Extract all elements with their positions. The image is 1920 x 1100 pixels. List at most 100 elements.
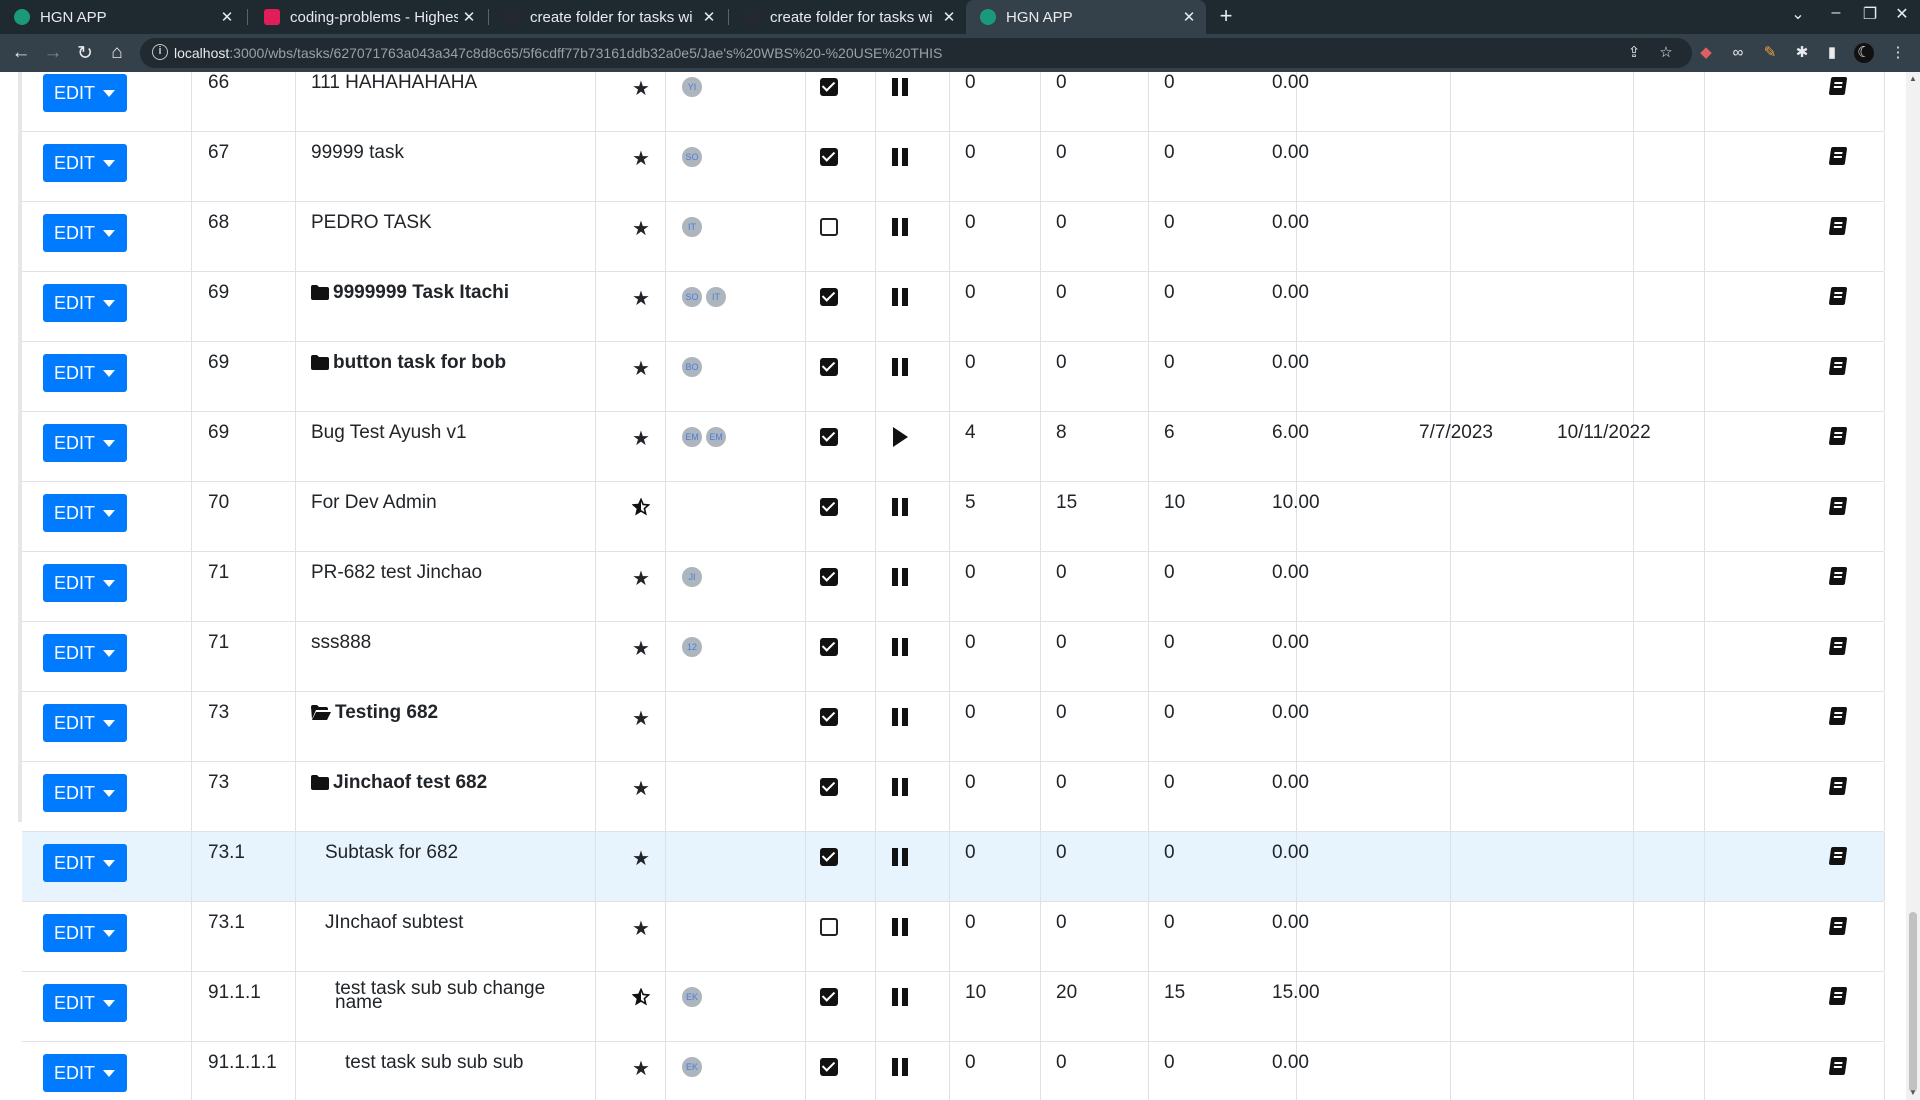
scroll-up-icon[interactable]: ▲ <box>1909 74 1917 83</box>
book-icon[interactable] <box>1828 77 1848 95</box>
book-icon[interactable] <box>1828 287 1848 305</box>
assigned-checkbox[interactable] <box>820 848 838 866</box>
task-name[interactable]: test task sub sub sub <box>345 1052 524 1074</box>
book-icon[interactable] <box>1828 357 1848 375</box>
profile-avatar-icon[interactable]: ☾ <box>1854 43 1874 63</box>
browser-tab-active[interactable]: HGN APP ✕ <box>966 0 1206 34</box>
book-icon[interactable] <box>1828 777 1848 795</box>
book-icon[interactable] <box>1828 917 1848 935</box>
book-icon[interactable] <box>1828 637 1848 655</box>
pause-icon[interactable] <box>892 288 912 306</box>
resource-avatar[interactable]: 12 <box>681 636 703 658</box>
task-name[interactable]: sss888 <box>311 632 371 654</box>
side-panel-icon[interactable]: ▮ <box>1822 43 1842 63</box>
browser-tab-3[interactable]: create folder for tasks wi ✕ <box>490 0 726 34</box>
home-icon[interactable]: ⌂ <box>102 34 132 72</box>
task-name[interactable]: test task sub sub change name <box>335 979 565 1012</box>
browser-tab-1[interactable]: HGN APP ✕ <box>0 0 244 34</box>
pause-icon[interactable] <box>892 708 912 726</box>
book-icon[interactable] <box>1828 147 1848 165</box>
resource-avatar[interactable]: JI <box>681 566 703 588</box>
forward-icon[interactable]: → <box>38 34 68 72</box>
assigned-checkbox[interactable] <box>820 1058 838 1076</box>
close-tab-icon[interactable]: ✕ <box>1178 8 1200 26</box>
edit-dropdown-button[interactable]: EDIT <box>43 144 127 182</box>
pause-icon[interactable] <box>892 638 912 656</box>
task-name[interactable]: Testing 682 <box>311 702 438 724</box>
pause-icon[interactable] <box>892 568 912 586</box>
book-icon[interactable] <box>1828 847 1848 865</box>
maximize-icon[interactable]: ❐ <box>1856 4 1884 24</box>
extension-1-icon[interactable]: ◆ <box>1696 43 1716 63</box>
assigned-checkbox[interactable] <box>820 708 838 726</box>
close-tab-icon[interactable]: ✕ <box>458 8 480 26</box>
assigned-checkbox[interactable] <box>820 778 838 796</box>
edit-dropdown-button[interactable]: EDIT <box>43 354 127 392</box>
reload-icon[interactable]: ↻ <box>70 34 100 72</box>
browser-tab-4[interactable]: create folder for tasks wi ✕ <box>730 0 966 34</box>
task-name[interactable]: For Dev Admin <box>311 492 437 514</box>
pause-icon[interactable] <box>892 848 912 866</box>
book-icon[interactable] <box>1828 217 1848 235</box>
assigned-checkbox[interactable] <box>820 568 838 586</box>
edit-dropdown-button[interactable]: EDIT <box>43 844 127 882</box>
url-text[interactable]: localhost:3000/wbs/tasks/627071763a043a3… <box>174 45 942 61</box>
edit-dropdown-button[interactable]: EDIT <box>43 284 127 322</box>
assigned-checkbox[interactable] <box>820 358 838 376</box>
task-name[interactable]: Bug Test Ayush v1 <box>311 422 467 444</box>
book-icon[interactable] <box>1828 497 1848 515</box>
play-icon[interactable] <box>893 427 908 447</box>
task-name[interactable]: PR-682 test Jinchao <box>311 562 482 584</box>
task-name[interactable]: 99999 task <box>311 142 404 164</box>
book-icon[interactable] <box>1828 567 1848 585</box>
pause-icon[interactable] <box>892 778 912 796</box>
pause-icon[interactable] <box>892 988 912 1006</box>
resource-avatar[interactable]: EK <box>681 1056 703 1078</box>
pause-icon[interactable] <box>892 218 912 236</box>
task-name[interactable]: Subtask for 682 <box>325 842 458 864</box>
edit-dropdown-button[interactable]: EDIT <box>43 564 127 602</box>
task-name[interactable]: button task for bob <box>311 352 506 374</box>
resource-avatar[interactable]: SO <box>681 286 703 308</box>
resource-avatar[interactable]: YI <box>681 76 703 98</box>
edit-dropdown-button[interactable]: EDIT <box>43 74 127 112</box>
edit-dropdown-button[interactable]: EDIT <box>43 634 127 672</box>
resource-avatar[interactable]: BO <box>681 356 703 378</box>
task-name[interactable]: PEDRO TASK <box>311 212 432 234</box>
edit-dropdown-button[interactable]: EDIT <box>43 494 127 532</box>
menu-kebab-icon[interactable]: ⋮ <box>1888 43 1908 63</box>
close-tab-icon[interactable]: ✕ <box>216 8 238 26</box>
bookmark-star-icon[interactable]: ☆ <box>1656 43 1676 63</box>
pause-icon[interactable] <box>892 78 912 96</box>
resource-avatar[interactable]: IT <box>705 286 727 308</box>
assigned-checkbox[interactable] <box>820 988 838 1006</box>
address-bar[interactable]: i localhost:3000/wbs/tasks/627071763a043… <box>140 38 1692 68</box>
assigned-checkbox[interactable] <box>820 918 838 936</box>
book-icon[interactable] <box>1828 427 1848 445</box>
edit-dropdown-button[interactable]: EDIT <box>43 914 127 952</box>
browser-tab-2[interactable]: coding-problems - Highes ✕ <box>250 0 486 34</box>
back-icon[interactable]: ← <box>6 34 36 72</box>
task-name[interactable]: 111 HAHAHAHAHA <box>311 72 477 94</box>
task-name[interactable]: JInchaof subtest <box>325 912 463 934</box>
book-icon[interactable] <box>1828 987 1848 1005</box>
pause-icon[interactable] <box>892 918 912 936</box>
assigned-checkbox[interactable] <box>820 428 838 446</box>
extension-3-icon[interactable]: ✎ <box>1760 43 1780 63</box>
edit-dropdown-button[interactable]: EDIT <box>43 214 127 252</box>
resource-avatar[interactable]: EM <box>681 426 703 448</box>
book-icon[interactable] <box>1828 1057 1848 1075</box>
task-name[interactable]: Jinchaof test 682 <box>311 772 487 794</box>
pause-icon[interactable] <box>892 498 912 516</box>
assigned-checkbox[interactable] <box>820 218 838 236</box>
close-window-icon[interactable]: ✕ <box>1888 4 1916 24</box>
assigned-checkbox[interactable] <box>820 638 838 656</box>
edit-dropdown-button[interactable]: EDIT <box>43 704 127 742</box>
resource-avatar[interactable]: SO <box>681 146 703 168</box>
scrollbar-thumb[interactable] <box>1909 912 1917 1092</box>
edit-dropdown-button[interactable]: EDIT <box>43 424 127 462</box>
pause-icon[interactable] <box>892 148 912 166</box>
extension-2-icon[interactable]: ∞ <box>1728 43 1748 63</box>
edit-dropdown-button[interactable]: EDIT <box>43 984 127 1022</box>
assigned-checkbox[interactable] <box>820 498 838 516</box>
